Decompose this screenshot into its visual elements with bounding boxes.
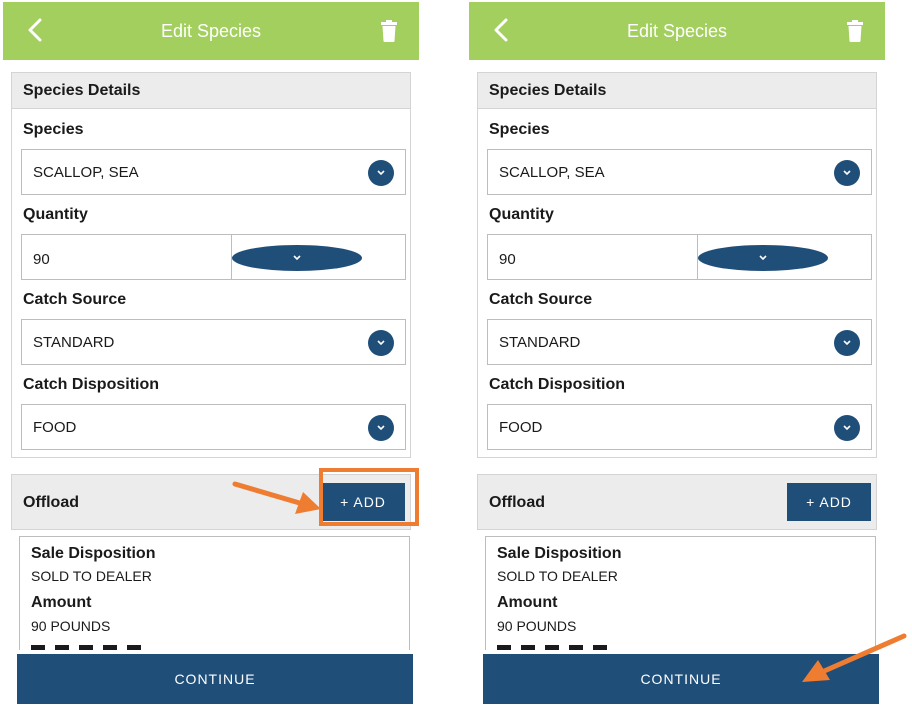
quantity-input[interactable]: 90 (21, 234, 232, 280)
quantity-value: 90 (499, 251, 516, 268)
header-bar: Edit Species (3, 2, 419, 60)
catch-disposition-value: FOOD (499, 419, 543, 436)
chevron-down-icon (368, 160, 394, 186)
quantity-group: 90 POUNDS (21, 234, 406, 280)
quantity-value: 90 (33, 251, 50, 268)
sale-disposition-value: SOLD TO DEALER (497, 568, 618, 584)
catch-source-select[interactable]: STANDARD (487, 319, 872, 365)
species-details-heading: Species Details (12, 73, 410, 109)
annotation-arrow (802, 633, 907, 682)
offload-detail-card[interactable]: Sale Disposition SOLD TO DEALER Amount 9… (19, 536, 410, 650)
offload-heading: Offload (489, 494, 545, 511)
chevron-down-icon (368, 330, 394, 356)
species-label: Species (23, 121, 84, 138)
chevron-down-icon (834, 160, 860, 186)
chevron-down-icon (698, 245, 828, 271)
sale-disposition-label: Sale Disposition (31, 545, 156, 562)
catch-source-value: STANDARD (33, 334, 115, 351)
species-value: SCALLOP, SEA (499, 164, 605, 181)
catch-disposition-label: Catch Disposition (489, 376, 626, 393)
chevron-down-icon (834, 415, 860, 441)
amount-label: Amount (31, 594, 92, 611)
clipped-text-row (497, 645, 607, 650)
catch-disposition-select[interactable]: FOOD (21, 404, 406, 450)
page-title: Edit Species (626, 21, 728, 41)
species-details-heading: Species Details (478, 73, 876, 109)
chevron-down-icon (368, 415, 394, 441)
catch-source-value: STANDARD (499, 334, 581, 351)
amount-value: 90 POUNDS (497, 618, 577, 634)
trash-icon (381, 20, 397, 42)
phone-screen-left: Edit Species Species Details Species SCA… (3, 2, 419, 710)
quantity-unit-select[interactable]: POUNDS (232, 234, 406, 280)
catch-source-select[interactable]: STANDARD (21, 319, 406, 365)
quantity-unit-select[interactable]: POUNDS (698, 234, 872, 280)
chevron-down-icon (834, 330, 860, 356)
catch-disposition-value: FOOD (33, 419, 77, 436)
add-offload-button[interactable]: + ADD (787, 483, 871, 521)
phone-screen-right: Edit Species Species Details Species SCA… (469, 2, 885, 710)
header-bar: Edit Species (469, 2, 885, 60)
clipped-text-row (31, 645, 141, 650)
species-label: Species (489, 121, 550, 138)
annotation-arrow (232, 481, 321, 514)
offload-heading: Offload (23, 494, 79, 511)
species-details-card: Species Details Species SCALLOP, SEA Qua… (11, 72, 411, 458)
catch-disposition-label: Catch Disposition (23, 376, 160, 393)
catch-disposition-select[interactable]: FOOD (487, 404, 872, 450)
species-select[interactable]: SCALLOP, SEA (21, 149, 406, 195)
quantity-label: Quantity (23, 206, 88, 223)
annotation-highlight-box (319, 468, 419, 526)
catch-source-label: Catch Source (489, 291, 593, 308)
quantity-group: 90 POUNDS (487, 234, 872, 280)
species-details-card: Species Details Species SCALLOP, SEA Qua… (477, 72, 877, 458)
page-title: Edit Species (160, 21, 262, 41)
sale-disposition-label: Sale Disposition (497, 545, 622, 562)
continue-button[interactable]: CONTINUE (17, 654, 413, 704)
species-value: SCALLOP, SEA (33, 164, 139, 181)
quantity-input[interactable]: 90 (487, 234, 698, 280)
amount-label: Amount (497, 594, 558, 611)
catch-source-label: Catch Source (23, 291, 127, 308)
delete-button[interactable] (373, 14, 405, 48)
quantity-label: Quantity (489, 206, 554, 223)
species-select[interactable]: SCALLOP, SEA (487, 149, 872, 195)
amount-value: 90 POUNDS (31, 618, 111, 634)
trash-icon (847, 20, 863, 42)
delete-button[interactable] (839, 14, 871, 48)
offload-section-header: Offload + ADD (477, 474, 877, 530)
chevron-down-icon (232, 245, 362, 271)
sale-disposition-value: SOLD TO DEALER (31, 568, 152, 584)
